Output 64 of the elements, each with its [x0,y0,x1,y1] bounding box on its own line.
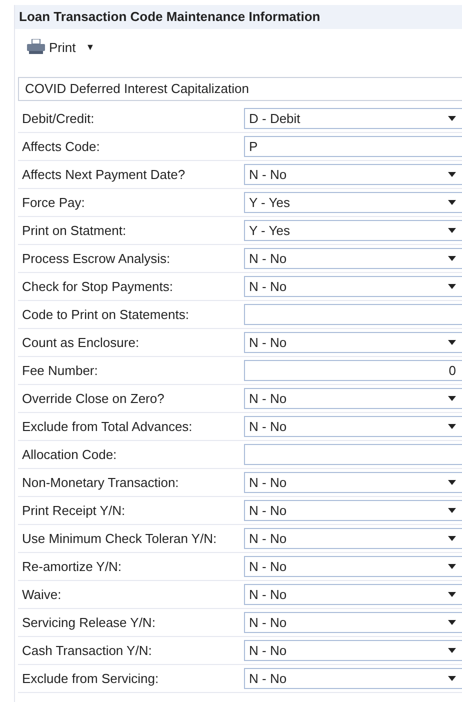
field-label: Allocation Code: [21,447,118,462]
field-label: Exclude from Servicing: [21,671,160,686]
dropdown-field[interactable]: N - No [244,584,462,605]
input-field[interactable]: P [244,136,462,157]
field-label: Use Minimum Check Toleran Y/N: [21,531,218,546]
dropdown-field[interactable]: Y - Yes [244,192,462,213]
dropdown-arrow-icon [448,200,456,205]
dropdown-arrow-icon [448,648,456,653]
dropdown-field[interactable]: N - No [244,668,462,689]
dropdown-arrow-icon [448,592,456,597]
field-label: Check for Stop Payments: [21,279,174,294]
field-label: Fee Number: [21,363,99,378]
field-label: Affects Code: [21,139,101,154]
field-label: Override Close on Zero? [21,391,166,406]
field-label: Cash Transaction Y/N: [21,643,153,658]
dropdown-arrow-icon [448,256,456,261]
field-label: Code to Print on Statements: [21,307,190,322]
dropdown-arrow-icon [448,564,456,569]
dropdown-arrow-icon [448,676,456,681]
field-label: Print on Statment: [21,223,128,238]
dropdown-field[interactable]: D - Debit [244,108,462,129]
field-label: Re-amortize Y/N: [21,559,122,574]
dropdown-arrow-icon [448,508,456,513]
dropdown-field[interactable]: N - No [244,416,462,437]
dropdown-arrow-icon [448,116,456,121]
input-field[interactable]: 0 [244,360,462,381]
dropdown-field[interactable]: N - No [244,276,462,297]
dropdown-field[interactable]: N - No [244,164,462,185]
dropdown-field[interactable]: N - No [244,556,462,577]
field-label: Non-Monetary Transaction: [21,475,180,490]
panel-title: Loan Transaction Code Maintenance Information [15,5,462,29]
field-label: Print Receipt Y/N: [21,503,126,518]
dropdown-field[interactable]: N - No [244,472,462,493]
field-label: Count as Enclosure: [21,335,140,350]
caret-icon: ▼ [86,42,95,52]
field-label: Servicing Release Y/N: [21,615,156,630]
dropdown-arrow-icon [448,424,456,429]
field-label: Debit/Credit: [21,111,96,126]
dropdown-field[interactable]: Y - Yes [244,220,462,241]
dropdown-arrow-icon [448,228,456,233]
dropdown-field[interactable]: N - No [244,500,462,521]
dropdown-field[interactable]: N - No [244,612,462,633]
dropdown-arrow-icon [448,620,456,625]
input-field[interactable] [244,444,462,465]
dropdown-arrow-icon [448,396,456,401]
field-label: Exclude from Total Advances: [21,419,194,434]
print-button[interactable]: Print ▼ [25,37,97,57]
field-label: Affects Next Payment Date? [21,167,186,182]
description-field[interactable]: COVID Deferred Interest Capitalization [18,77,462,101]
field-label: Force Pay: [21,195,86,210]
dropdown-arrow-icon [448,284,456,289]
printer-icon [27,39,45,55]
dropdown-arrow-icon [448,172,456,177]
field-label: Waive: [21,587,62,602]
dropdown-field[interactable]: N - No [244,640,462,661]
field-label: Process Escrow Analysis: [21,251,172,266]
dropdown-arrow-icon [448,536,456,541]
input-field[interactable] [244,304,462,325]
dropdown-field[interactable]: N - No [244,388,462,409]
dropdown-arrow-icon [448,480,456,485]
dropdown-field[interactable]: N - No [244,528,462,549]
dropdown-field[interactable]: N - No [244,332,462,353]
dropdown-field[interactable]: N - No [244,248,462,269]
dropdown-arrow-icon [448,340,456,345]
